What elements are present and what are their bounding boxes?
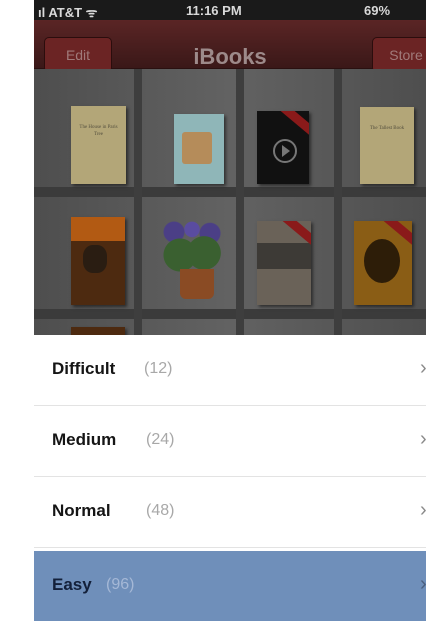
list-item-label: Difficult — [52, 359, 116, 378]
store-button[interactable]: Store — [372, 37, 426, 73]
navigation-bar: Edit iBooks Store — [34, 20, 426, 73]
chevron-right-icon: › — [420, 357, 426, 380]
book-cover[interactable] — [354, 221, 412, 305]
book-title: The House in Paris Tree — [79, 125, 118, 137]
book-cover[interactable] — [257, 221, 311, 305]
list-item-label: Medium — [52, 430, 117, 449]
list-item-count: (12) — [144, 360, 173, 377]
cover-band — [71, 217, 125, 241]
list-item-medium[interactable]: Medium (24) › — [34, 406, 426, 477]
book-cover[interactable] — [174, 114, 224, 184]
chevron-right-icon: › — [420, 573, 426, 596]
new-ribbon — [280, 111, 309, 137]
shelf-post — [334, 69, 342, 335]
shelf-board — [34, 187, 426, 197]
book-cover[interactable]: The House in Paris Tree — [71, 106, 126, 184]
list-item-normal[interactable]: Normal (48) › — [34, 477, 426, 548]
shelf-post — [134, 69, 142, 335]
chevron-right-icon: › — [420, 428, 426, 451]
phone-screen: ıl AT&T ᯤ 11:16 PM 69% Edit iBooks Store… — [34, 0, 426, 621]
battery-level: 69% — [364, 3, 391, 18]
book-cover[interactable] — [257, 111, 309, 184]
book-title: The Tallest Book — [369, 126, 405, 131]
list-item-label: Easy — [52, 575, 92, 594]
list-item-label: Normal — [52, 501, 111, 520]
bookshelf: The House in Paris Tree The Tallest Book — [34, 69, 426, 337]
cover-portrait — [83, 245, 107, 273]
list-item-count: (24) — [146, 431, 175, 448]
shelf-board — [34, 309, 426, 319]
shelf-post — [236, 69, 244, 335]
chevron-right-icon: › — [420, 499, 426, 522]
list-item-count: (96) — [106, 576, 135, 593]
carrier-signal: ıl AT&T ᯤ — [38, 5, 98, 20]
book-cover[interactable]: The Tallest Book — [360, 107, 414, 184]
list-item-easy[interactable]: Easy (96) › — [34, 551, 426, 621]
cover-illustration — [364, 239, 400, 283]
status-time: 11:16 PM — [186, 3, 242, 18]
page-title: iBooks — [193, 44, 267, 69]
cover-band — [257, 243, 311, 269]
book-cover[interactable] — [71, 217, 125, 305]
list-item-count: (48) — [146, 502, 175, 519]
status-bar: ıl AT&T ᯤ 11:16 PM 69% — [34, 0, 426, 20]
flower-pot — [180, 269, 214, 299]
list-item-difficult[interactable]: Difficult (12) › — [34, 335, 426, 406]
cover-illustration — [182, 132, 212, 164]
play-icon — [273, 139, 297, 163]
